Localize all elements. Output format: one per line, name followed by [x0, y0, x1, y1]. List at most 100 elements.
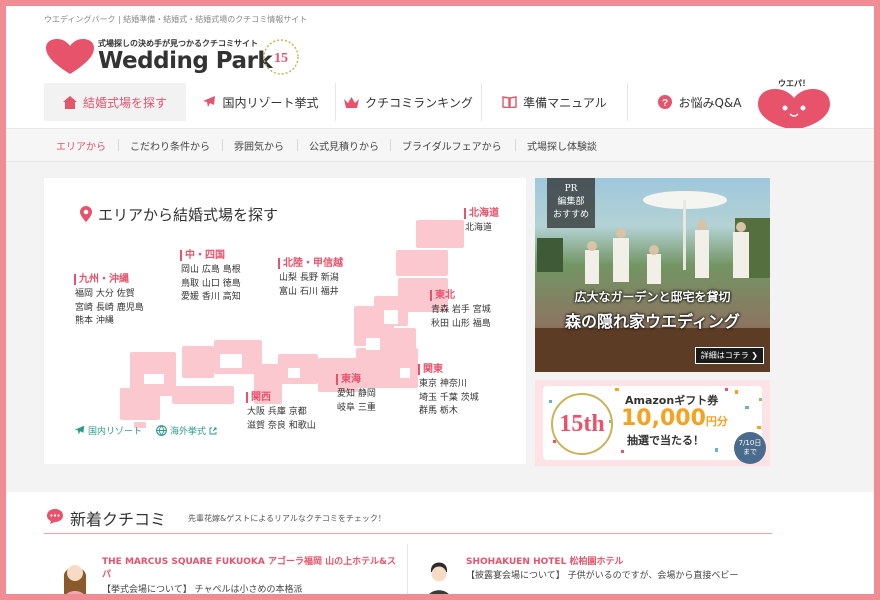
nav-manual[interactable]: 準備マニュアル: [482, 83, 628, 121]
deadline-badge: 7/10日 まで: [734, 432, 766, 464]
crown-icon: [344, 97, 360, 108]
nav-qa[interactable]: ? お悩みQ&A: [628, 83, 772, 121]
pr-details-label: 詳細はコチラ: [700, 351, 749, 360]
nav-ranking[interactable]: クチコミランキング: [336, 83, 482, 121]
mascot-wepa[interactable]: ウエパ！: [756, 76, 832, 132]
review-venue[interactable]: THE MARCUS SQUARE FUKUOKA アゴーラ福岡 山の上ホテル&…: [102, 556, 396, 582]
heart-mascot-icon: [758, 89, 830, 130]
region-chugoku-shikoku: 中・四国 岡山 広島 島根 鳥取 山口 徳島 愛媛 香川 高知: [180, 250, 241, 305]
new-reviews-section: 新着クチコミ 先輩花嫁&ゲストによるリアルなクチコミをチェック！ THE MAR…: [44, 500, 772, 600]
divider: [118, 139, 119, 151]
pr-banner[interactable]: PR 編集部 おすすめ 広大なガーデンと邸宅を貸切 森の隠れ家ウエディング 詳細…: [535, 178, 770, 372]
pr-label: おすすめ: [552, 210, 589, 220]
pr-label: PR: [564, 184, 578, 194]
amazon-line3: 抽選で当たる！: [627, 434, 704, 447]
region-heading[interactable]: 関東: [418, 364, 479, 375]
prefecture-line[interactable]: 青森 岩手 宮城: [430, 304, 491, 318]
review-venue[interactable]: SHOHAKUEN HOTEL 松柏園ホテル: [466, 556, 766, 569]
subnav-estimate[interactable]: 公式見積りから: [309, 138, 379, 153]
site-tagline: ウエディングパーク | 結婚準備・結婚式・結婚式場のクチコミ情報サイト: [44, 15, 308, 24]
book-icon: [502, 96, 517, 108]
prefecture-line[interactable]: 愛媛 香川 高知: [180, 291, 241, 305]
amazon-amount: 10,000円分: [621, 406, 728, 431]
region-heading[interactable]: 北陸・甲信越: [278, 258, 343, 269]
review-item[interactable]: SHOHAKUEN HOTEL 松柏園ホテル 【披露宴会場について】 子供がいる…: [408, 544, 758, 600]
region-heading[interactable]: 北海道: [464, 208, 499, 219]
external-link-icon: [209, 427, 217, 434]
subnav-fair[interactable]: ブライダルフェアから: [402, 138, 502, 153]
prefecture-line[interactable]: 山梨 長野 新潟: [278, 272, 343, 286]
location-pin-icon: [80, 206, 92, 222]
prefecture-line[interactable]: 岡山 広島 島根: [180, 264, 241, 278]
region-heading[interactable]: 関西: [246, 392, 316, 403]
prefecture-line[interactable]: 埼玉 千葉 茨城: [418, 392, 479, 406]
region-heading[interactable]: 中・四国: [180, 250, 241, 261]
subnav-conditions[interactable]: こだわり条件から: [130, 138, 210, 153]
link-label: 海外挙式: [170, 427, 207, 437]
region-hokkaido: 北海道 北海道: [464, 208, 499, 236]
section-heading: 新着クチコミ: [70, 510, 167, 529]
prefecture-line[interactable]: 熊本 沖縄: [74, 315, 144, 329]
prefecture-line[interactable]: 大阪 兵庫 京都: [246, 406, 316, 420]
prefecture-line[interactable]: 北海道: [464, 222, 499, 236]
prefecture-line[interactable]: 福岡 大分 佐賀: [74, 288, 144, 302]
prefecture-line[interactable]: 宮崎 長崎 鹿児島: [74, 302, 144, 316]
subnav-atmosphere[interactable]: 雰囲気から: [234, 138, 284, 153]
divider: [222, 139, 223, 151]
region-heading[interactable]: 東海: [336, 374, 376, 385]
divider: [44, 533, 772, 534]
section-subheading: 先輩花嫁&ゲストによるリアルなクチコミをチェック！: [188, 514, 386, 523]
prefecture-line[interactable]: 秋田 山形 福島: [430, 318, 491, 332]
divider: [390, 139, 391, 151]
area-search-panel: エリアから結婚式場を探す 九州・沖縄 福岡 大分 佐賀 宮崎 長崎 鹿児島 熊本…: [44, 178, 526, 464]
pr-details-button[interactable]: 詳細はコチラ ❯: [694, 347, 764, 364]
region-heading[interactable]: 東北: [430, 290, 491, 301]
svg-text:15: 15: [274, 51, 288, 66]
nav-label: 国内リゾート挙式: [222, 95, 319, 110]
overseas-wedding-link[interactable]: 海外挙式: [156, 424, 217, 437]
svg-text:?: ?: [662, 98, 668, 109]
avatar: [427, 562, 451, 600]
domestic-resort-link[interactable]: 国内リゾート: [74, 424, 142, 437]
nav-label: 結婚式場を探す: [82, 95, 167, 110]
15th-anniversary-badge: 15th: [551, 393, 613, 455]
pr-headline: 森の隠れ家ウエディング: [565, 312, 740, 331]
site-logo[interactable]: 式場探しの決め手が見つかるクチコミサイト Wedding Park 15: [44, 38, 314, 78]
prefecture-line[interactable]: 富山 石川 福井: [278, 286, 343, 300]
heart-logo-icon: [46, 39, 94, 74]
pr-caption: 広大なガーデンと邸宅を貸切: [574, 290, 731, 304]
link-label: 国内リゾート: [88, 427, 143, 437]
airplane-icon: [74, 425, 85, 435]
prefecture-line[interactable]: 東京 神奈川: [418, 378, 479, 392]
house-icon: [62, 95, 77, 109]
region-kanto: 関東 東京 神奈川 埼玉 千葉 茨城 群馬 栃木: [418, 364, 479, 419]
sub-nav: エリアから こだわり条件から 雰囲気から 公式見積りから ブライダルフェアから …: [0, 128, 880, 162]
deadline-date: 7/10日: [738, 439, 762, 447]
badge-text: 15th: [559, 411, 604, 437]
prefecture-line[interactable]: 滋賀 奈良 和歌山: [246, 420, 316, 434]
15th-anniversary-badge: 15: [263, 39, 299, 75]
prefecture-line[interactable]: 鳥取 山口 徳島: [180, 278, 241, 292]
deadline-suffix: まで: [743, 448, 757, 456]
prefecture-line[interactable]: 岐阜 三重: [336, 402, 376, 416]
region-hokuriku-koshinetsu: 北陸・甲信越 山梨 長野 新潟 富山 石川 福井: [278, 258, 343, 299]
area-title: エリアから結婚式場を探す: [98, 206, 279, 224]
divider: [297, 139, 298, 151]
nav-resort-wedding[interactable]: 国内リゾート挙式: [186, 83, 336, 121]
amazon-campaign-banner[interactable]: 15th Amazonギフト券 10,000円分 抽選で当たる！ 7/10日 ま…: [535, 380, 770, 466]
prefecture-line[interactable]: 群馬 栃木: [418, 405, 479, 419]
review-item[interactable]: THE MARCUS SQUARE FUKUOKA アゴーラ福岡 山の上ホテル&…: [44, 544, 396, 600]
region-tohoku: 東北 青森 岩手 宮城 秋田 山形 福島: [430, 290, 491, 331]
subnav-stories[interactable]: 式場探し体験談: [527, 138, 597, 153]
nav-find-venue[interactable]: 結婚式場を探す: [44, 83, 186, 121]
prefecture-line[interactable]: 愛知 静岡: [336, 388, 376, 402]
speech-bubble-icon: [47, 509, 63, 524]
nav-label: クチコミランキング: [365, 95, 473, 110]
nav-label: 準備マニュアル: [523, 95, 607, 110]
pr-tag: PR 編集部 おすすめ: [547, 178, 595, 228]
main-nav: 結婚式場を探す 国内リゾート挙式 クチコミランキング 準備マニュアル ? お悩み…: [44, 80, 772, 124]
region-heading[interactable]: 九州・沖縄: [74, 274, 144, 285]
nav-label: お悩みQ&A: [678, 95, 742, 110]
subnav-area[interactable]: エリアから: [56, 138, 106, 153]
amount-value: 10,000: [621, 406, 706, 431]
